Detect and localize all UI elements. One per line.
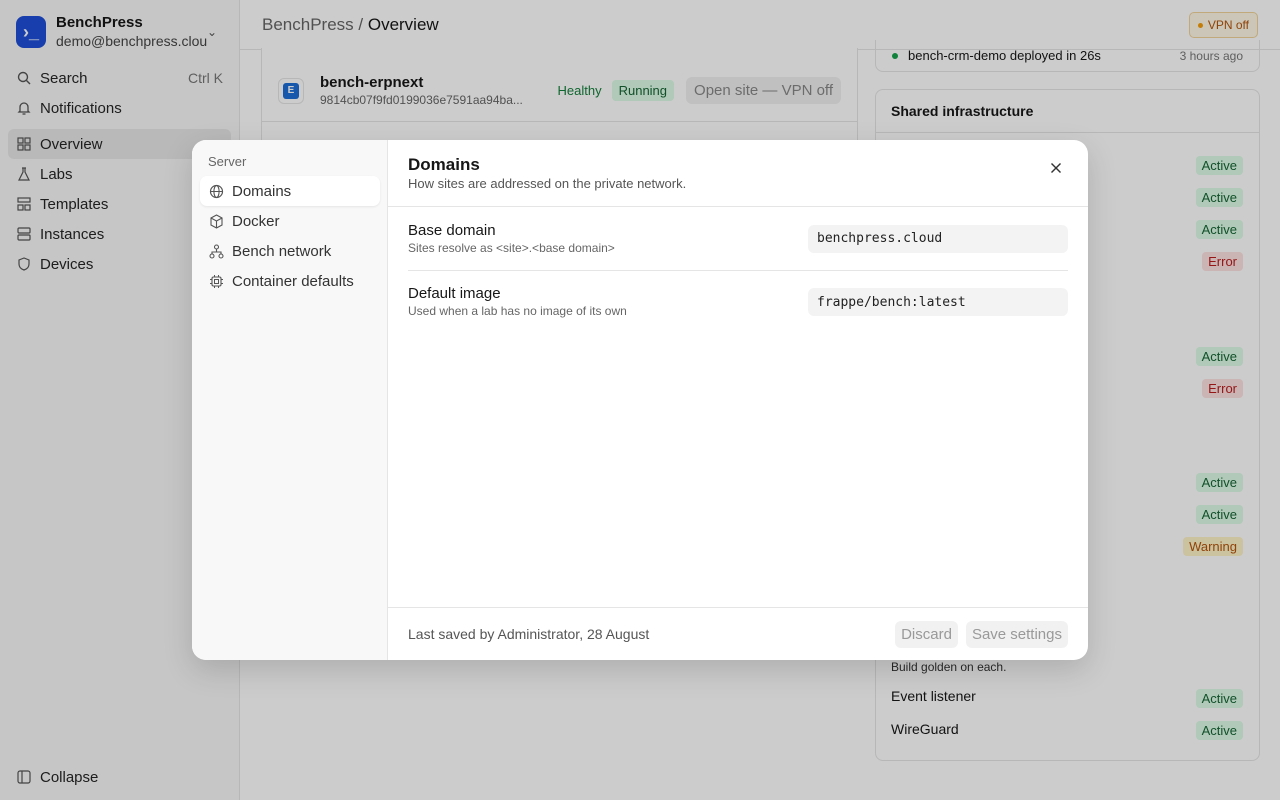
setting-default-image: Default image Used when a lab has no ima…: [408, 270, 1068, 334]
server-settings-dialog: Server Domains Docker Bench network Cont…: [192, 140, 1088, 660]
setting-label: Base domain: [408, 221, 496, 239]
settings-tab-domains[interactable]: Domains: [200, 176, 380, 206]
dialog-subtitle: How sites are addressed on the private n…: [408, 176, 687, 191]
discard-button[interactable]: Discard: [895, 620, 958, 648]
settings-sidebar: Server Domains Docker Bench network Cont…: [192, 140, 388, 660]
globe-icon: [208, 183, 224, 199]
setting-hint: Used when a lab has no image of its own: [408, 304, 627, 318]
dialog-footer: Last saved by Administrator, 28 August D…: [388, 607, 1088, 660]
close-icon: [1051, 163, 1061, 173]
dialog-header: Domains How sites are addressed on the p…: [388, 140, 1088, 207]
network-icon: [208, 243, 224, 259]
settings-tab-docker[interactable]: Docker: [200, 206, 380, 236]
settings-tab-label: Docker: [232, 212, 280, 230]
settings-tab-container-defaults[interactable]: Container defaults: [200, 266, 380, 296]
base-domain-input[interactable]: benchpress.cloud: [808, 224, 1068, 253]
setting-base-domain: Base domain Sites resolve as <site>.<bas…: [408, 207, 1068, 271]
dialog-title: Domains: [408, 155, 480, 174]
save-settings-button[interactable]: Save settings: [965, 620, 1068, 648]
settings-tab-label: Domains: [232, 182, 292, 200]
settings-section-title: Server: [208, 154, 247, 169]
setting-hint: Sites resolve as <site>.<base domain>: [408, 240, 615, 255]
last-saved-text: Last saved by Administrator, 28 August: [408, 626, 650, 642]
settings-nav: Domains Docker Bench network Container d…: [200, 176, 380, 296]
package-icon: [208, 213, 224, 229]
setting-label: Default image: [408, 285, 501, 302]
settings-tab-label: Container defaults: [232, 272, 354, 290]
cpu-icon: [208, 273, 224, 289]
close-button[interactable]: [1046, 158, 1066, 178]
settings-content: Domains How sites are addressed on the p…: [388, 140, 1088, 660]
settings-tab-label: Bench network: [232, 242, 332, 260]
settings-tab-bench-network[interactable]: Bench network: [200, 236, 380, 266]
default-image-input[interactable]: frappe/bench:latest: [808, 288, 1068, 316]
